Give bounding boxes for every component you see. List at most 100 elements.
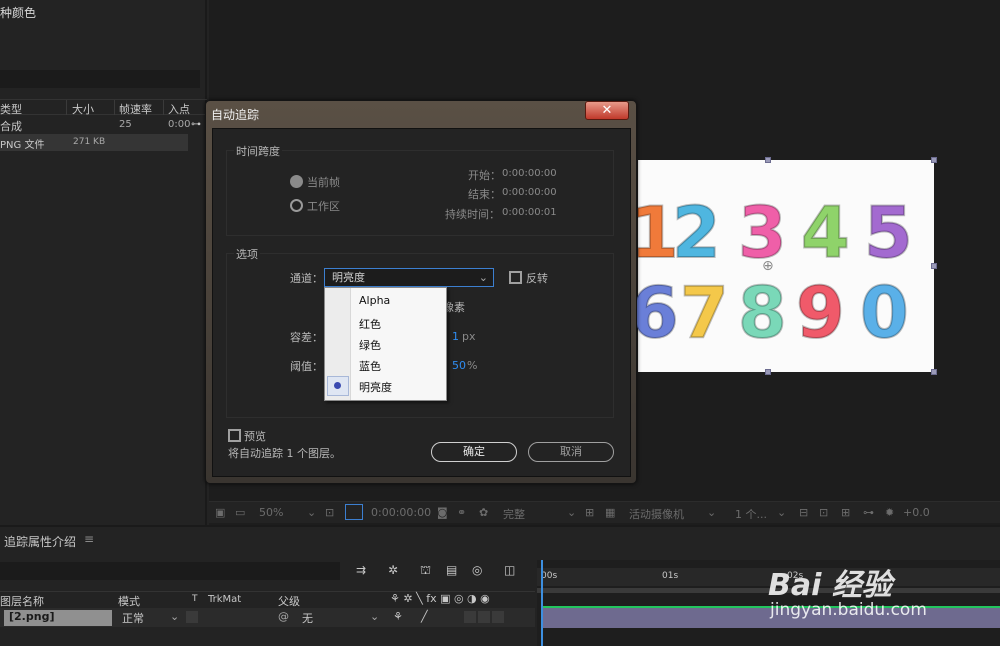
motion-blur-icon[interactable]: ◎ xyxy=(472,563,482,577)
digit: 0 xyxy=(859,272,910,354)
draft-3d-icon[interactable]: ✲ xyxy=(388,563,398,577)
invert-label[interactable]: 反转 xyxy=(526,270,548,286)
chevron-down-icon[interactable]: ⌄ xyxy=(707,506,716,519)
watermark-url: jingyan.baidu.com xyxy=(770,600,927,620)
cancel-button[interactable]: 取消 xyxy=(528,442,614,462)
project-search-input[interactable] xyxy=(0,70,200,88)
anchor-point-icon[interactable]: ⊕ xyxy=(762,258,774,274)
col-parent[interactable]: 父级 xyxy=(278,593,300,609)
fast-preview-icon[interactable]: ⊞ xyxy=(585,506,594,519)
col-type[interactable]: 类型 xyxy=(0,101,22,117)
frame-blending-icon[interactable]: ▤ xyxy=(446,563,457,577)
chevron-down-icon[interactable]: ⌄ xyxy=(777,506,786,519)
network-icon[interactable]: ⊶ xyxy=(863,506,874,519)
work-area-label[interactable]: 工作区 xyxy=(307,198,340,214)
timeline-tab-row: 追踪属性介绍 ≡ xyxy=(0,530,1000,550)
switch-box[interactable] xyxy=(464,611,476,623)
trkmat-box[interactable] xyxy=(186,611,198,623)
status-text: 将自动追踪 1 个图层。 xyxy=(228,447,341,460)
project-column-header: 类型 大小 帧速率 入点 xyxy=(0,99,207,117)
graph-editor-icon[interactable]: ◫ xyxy=(504,563,515,577)
transform-handle[interactable] xyxy=(765,369,771,375)
preview-label[interactable]: 预览 xyxy=(244,428,266,444)
current-time[interactable]: 0:00:00:00 xyxy=(371,506,431,519)
ok-button[interactable]: 确定 xyxy=(431,442,517,462)
snapshot-icon[interactable]: ⚭ xyxy=(457,506,466,519)
transform-handle[interactable] xyxy=(931,263,937,269)
shy-icon[interactable]: ⛫ xyxy=(420,563,431,579)
col-mode[interactable]: 模式 xyxy=(118,593,140,609)
dropdown-option[interactable]: Alpha xyxy=(359,294,390,307)
col-size[interactable]: 大小 xyxy=(72,101,94,117)
switch-box[interactable] xyxy=(492,611,504,623)
digit: 6 xyxy=(629,272,680,354)
start-label: 开始： xyxy=(468,169,501,182)
timeline-search-input[interactable] xyxy=(0,562,340,580)
dropdown-option[interactable]: 绿色 xyxy=(359,337,381,353)
invert-checkbox[interactable] xyxy=(509,271,522,284)
close-button[interactable]: ✕ xyxy=(585,101,629,120)
camera-icon[interactable]: ◙ xyxy=(437,506,448,519)
chevron-down-icon[interactable]: ⌄ xyxy=(307,506,316,519)
tolerance-unit: px xyxy=(462,330,476,343)
zoom-select[interactable]: 50% xyxy=(259,506,283,519)
switches-icon[interactable]: ⚘ ✲ ╲ fx ▣ ◎ ◑ ◉ xyxy=(390,592,490,605)
export-icon[interactable]: ⊡ xyxy=(819,506,828,519)
grid-icon[interactable]: ▦ xyxy=(605,506,615,519)
dropdown-option[interactable]: 蓝色 xyxy=(359,358,381,374)
col-trkmat[interactable]: TrkMat xyxy=(208,594,241,605)
col-fps[interactable]: 帧速率 xyxy=(119,101,152,117)
preview-checkbox[interactable] xyxy=(228,429,241,442)
project-row-comp[interactable]: 合成 25 0:00 ⊶ xyxy=(0,117,207,134)
color-channels-icon[interactable]: ✿ xyxy=(479,506,488,519)
dropdown-option-selected[interactable]: 明亮度 xyxy=(359,379,392,395)
radio-dot-icon xyxy=(334,382,341,389)
transform-handle[interactable] xyxy=(765,157,771,163)
layer-name[interactable]: [2.png] xyxy=(4,610,112,626)
chevron-down-icon[interactable]: ⌄ xyxy=(370,610,379,623)
current-frame-label[interactable]: 当前帧 xyxy=(307,174,340,190)
chevron-down-icon: ⌄ xyxy=(478,271,488,284)
resolution-select[interactable]: 完整 xyxy=(503,506,525,522)
timeline-tab[interactable]: 追踪属性介绍 xyxy=(4,533,76,550)
comment-icon[interactable]: ⊡ xyxy=(325,506,334,519)
col-t[interactable]: T xyxy=(192,594,198,604)
channel-label: 通道： xyxy=(290,272,323,285)
chevron-down-icon[interactable]: ⌄ xyxy=(567,506,576,519)
transform-handle[interactable] xyxy=(931,369,937,375)
playhead[interactable] xyxy=(541,560,543,646)
exposure-value[interactable]: +0.0 xyxy=(903,506,930,519)
comp-flowchart-icon[interactable]: ⇉ xyxy=(356,563,366,577)
col-layer-name[interactable]: 图层名称 xyxy=(0,593,44,609)
camera-select[interactable]: 活动摄像机 xyxy=(629,506,684,522)
chevron-down-icon[interactable]: ⌄ xyxy=(170,610,179,623)
layout-icon[interactable]: ⊟ xyxy=(799,506,808,519)
layer-parent[interactable]: 无 xyxy=(302,610,313,626)
switch-box[interactable] xyxy=(478,611,490,623)
row-fps: 25 xyxy=(119,119,132,130)
views-select[interactable]: 1 个... xyxy=(735,506,767,522)
threshold-value[interactable]: 50 xyxy=(452,359,466,372)
current-frame-radio[interactable] xyxy=(290,175,303,188)
flowchart-icon[interactable]: ⊶ xyxy=(191,119,201,130)
gear-icon[interactable]: ✹ xyxy=(885,506,894,519)
digit: 7 xyxy=(679,272,730,354)
digit: 5 xyxy=(863,192,914,274)
dropdown-option[interactable]: 红色 xyxy=(359,316,381,332)
channel-select[interactable]: 明亮度 ⌄ xyxy=(324,268,494,287)
transform-handle[interactable] xyxy=(931,157,937,163)
work-area-radio[interactable] xyxy=(290,199,303,212)
pickwhip-icon[interactable]: @ xyxy=(278,610,289,623)
shy-switch-icon[interactable]: ⚘ xyxy=(393,610,403,623)
layer-mode[interactable]: 正常 xyxy=(122,610,144,626)
quality-switch-icon[interactable]: ╱ xyxy=(421,610,428,623)
project-row-png[interactable]: PNG 文件 271 KB xyxy=(0,134,188,151)
region-of-interest-icon[interactable]: ▣ xyxy=(215,506,225,519)
col-in[interactable]: 入点 xyxy=(168,101,190,117)
toggle-transparency-icon[interactable] xyxy=(345,504,363,520)
tolerance-value[interactable]: 1 xyxy=(452,330,459,343)
monitor-icon[interactable]: ▭ xyxy=(235,506,245,519)
options-legend: 选项 xyxy=(234,246,260,262)
flowchart-icon[interactable]: ⊞ xyxy=(841,506,850,519)
menu-icon[interactable]: ≡ xyxy=(84,532,94,546)
